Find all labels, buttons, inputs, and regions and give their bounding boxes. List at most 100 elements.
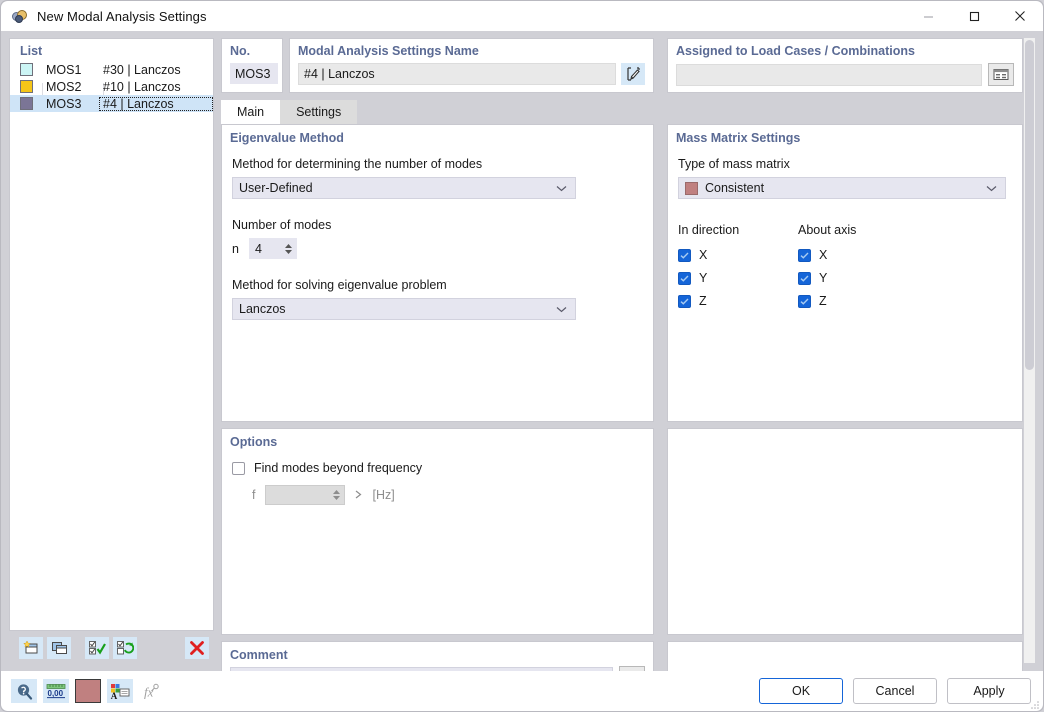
- color-swatch-icon: [20, 80, 33, 93]
- number-of-modes-row: n 4: [232, 238, 643, 259]
- list-item[interactable]: MOS2 #10 | Lanczos: [10, 78, 213, 95]
- footer-tools: 0,00 A fx: [11, 679, 165, 703]
- axis-groups: In direction X: [678, 223, 1006, 308]
- mass-matrix-heading: Mass Matrix Settings: [668, 125, 1022, 145]
- list-toolbar: [9, 633, 214, 663]
- table-select-icon[interactable]: [988, 63, 1014, 86]
- chevron-down-icon: [556, 178, 567, 198]
- list-item-id: MOS1: [42, 63, 99, 77]
- dialog-window: New Modal Analysis Settings List: [0, 0, 1044, 712]
- f-symbol: f: [252, 488, 255, 502]
- edit-pencil-icon[interactable]: [621, 63, 645, 85]
- ok-button[interactable]: OK: [759, 678, 843, 704]
- scrollbar-thumb[interactable]: [1025, 40, 1034, 370]
- checkbox-checked-icon[interactable]: [798, 272, 811, 285]
- new-item-button[interactable]: [19, 637, 43, 659]
- list-panel: List MOS1 #30 | Lanczos MOS2 #10 | L: [9, 38, 214, 631]
- in-direction-x[interactable]: X: [678, 248, 798, 262]
- name-row: #4 | Lanczos: [298, 63, 653, 85]
- list-item-desc: #10 | Lanczos: [99, 80, 213, 94]
- window-controls: [905, 1, 1043, 31]
- in-direction-z[interactable]: Z: [678, 294, 798, 308]
- method-modes-value: User-Defined: [239, 181, 313, 195]
- name-input[interactable]: #4 | Lanczos: [298, 63, 616, 85]
- frequency-unit: [Hz]: [372, 488, 394, 502]
- mass-type-select[interactable]: Consistent: [678, 177, 1006, 199]
- frequency-stepper: [265, 485, 345, 505]
- number-of-modes-value: 4: [255, 242, 262, 256]
- cancel-button[interactable]: Cancel: [853, 678, 937, 704]
- number-of-modes-stepper[interactable]: 4: [249, 238, 297, 259]
- in-direction-z-label: Z: [699, 294, 707, 308]
- font-color-icon[interactable]: A: [107, 679, 133, 703]
- checkbox-checked-icon[interactable]: [678, 249, 691, 262]
- resize-grip[interactable]: [1030, 699, 1040, 709]
- chevron-down-icon: [556, 299, 567, 319]
- frequency-expand-icon: [355, 488, 362, 502]
- close-icon[interactable]: [997, 1, 1043, 31]
- vertical-scrollbar[interactable]: [1024, 38, 1035, 663]
- checkbox-unchecked-icon[interactable]: [232, 462, 245, 475]
- checkbox-checked-icon[interactable]: [798, 249, 811, 262]
- about-axis-label: About axis: [798, 223, 918, 237]
- checkbox-checked-icon[interactable]: [678, 272, 691, 285]
- minimize-icon[interactable]: [905, 1, 951, 31]
- find-modes-row[interactable]: Find modes beyond frequency: [232, 461, 643, 475]
- question-magnifier-icon[interactable]: [11, 679, 37, 703]
- list-item-id: MOS2: [42, 80, 99, 94]
- in-direction-group: In direction X: [678, 223, 798, 308]
- mass-type-value: Consistent: [705, 181, 764, 195]
- about-axis-z[interactable]: Z: [798, 294, 918, 308]
- tab-settings[interactable]: Settings: [280, 100, 357, 124]
- content-area: No. MOS3 Modal Analysis Settings Name #4…: [221, 38, 1035, 663]
- color-swatch-icon: [685, 182, 698, 195]
- decimal-places-icon[interactable]: 0,00: [43, 679, 69, 703]
- solver-select[interactable]: Lanczos: [232, 298, 576, 320]
- list-title: List: [10, 39, 213, 61]
- eigenvalue-method-panel: Eigenvalue Method Method for determining…: [221, 124, 654, 422]
- delete-item-button[interactable]: [185, 637, 209, 659]
- list-rows: MOS1 #30 | Lanczos MOS2 #10 | Lanczos MO…: [10, 61, 213, 112]
- dialog-body: List MOS1 #30 | Lanczos MOS2 #10 | L: [1, 31, 1043, 671]
- stepper-arrows-icon: [333, 486, 340, 504]
- solver-label: Method for solving eigenvalue problem: [232, 278, 643, 292]
- list-item[interactable]: MOS1 #30 | Lanczos: [10, 61, 213, 78]
- eigenvalue-heading: Eigenvalue Method: [222, 125, 653, 145]
- checkbox-checked-icon[interactable]: [798, 295, 811, 308]
- svg-text:fx: fx: [144, 684, 154, 699]
- assigned-label: Assigned to Load Cases / Combinations: [676, 44, 1022, 58]
- list-item-color-cell: [10, 80, 42, 93]
- in-direction-y-label: Y: [699, 271, 707, 285]
- list-item-desc: #4 | Lanczos: [99, 97, 213, 111]
- list-item-selected[interactable]: MOS3 #4 | Lanczos: [10, 95, 213, 112]
- about-axis-z-label: Z: [819, 294, 827, 308]
- fx-icon: fx: [139, 679, 165, 703]
- options-heading: Options: [222, 429, 653, 449]
- method-modes-select[interactable]: User-Defined: [232, 177, 576, 199]
- select-all-button[interactable]: [85, 637, 109, 659]
- tab-main[interactable]: Main: [221, 100, 280, 124]
- stepper-arrows-icon[interactable]: [285, 238, 292, 259]
- assigned-card: Assigned to Load Cases / Combinations: [667, 38, 1023, 93]
- list-item-id: MOS3: [42, 97, 99, 111]
- color-swatch-icon[interactable]: [75, 679, 101, 703]
- invert-selection-button[interactable]: [113, 637, 137, 659]
- mass-matrix-panel: Mass Matrix Settings Type of mass matrix…: [667, 124, 1023, 422]
- list-item-desc: #30 | Lanczos: [99, 63, 213, 77]
- copy-item-button[interactable]: [47, 637, 71, 659]
- about-axis-group: About axis X: [798, 223, 918, 308]
- chevron-down-icon: [986, 178, 997, 198]
- maximize-icon[interactable]: [951, 1, 997, 31]
- name-card: Modal Analysis Settings Name #4 | Lanczo…: [289, 38, 654, 93]
- apply-button[interactable]: Apply: [947, 678, 1031, 704]
- in-direction-y[interactable]: Y: [678, 271, 798, 285]
- about-axis-y[interactable]: Y: [798, 271, 918, 285]
- footer-actions: OK Cancel Apply: [759, 678, 1031, 704]
- about-axis-x[interactable]: X: [798, 248, 918, 262]
- svg-text:0,00: 0,00: [48, 689, 64, 698]
- comment-heading: Comment: [222, 642, 653, 662]
- checkbox-checked-icon[interactable]: [678, 295, 691, 308]
- about-axis-x-label: X: [819, 248, 827, 262]
- solver-value: Lanczos: [239, 302, 286, 316]
- assigned-input[interactable]: [676, 64, 982, 86]
